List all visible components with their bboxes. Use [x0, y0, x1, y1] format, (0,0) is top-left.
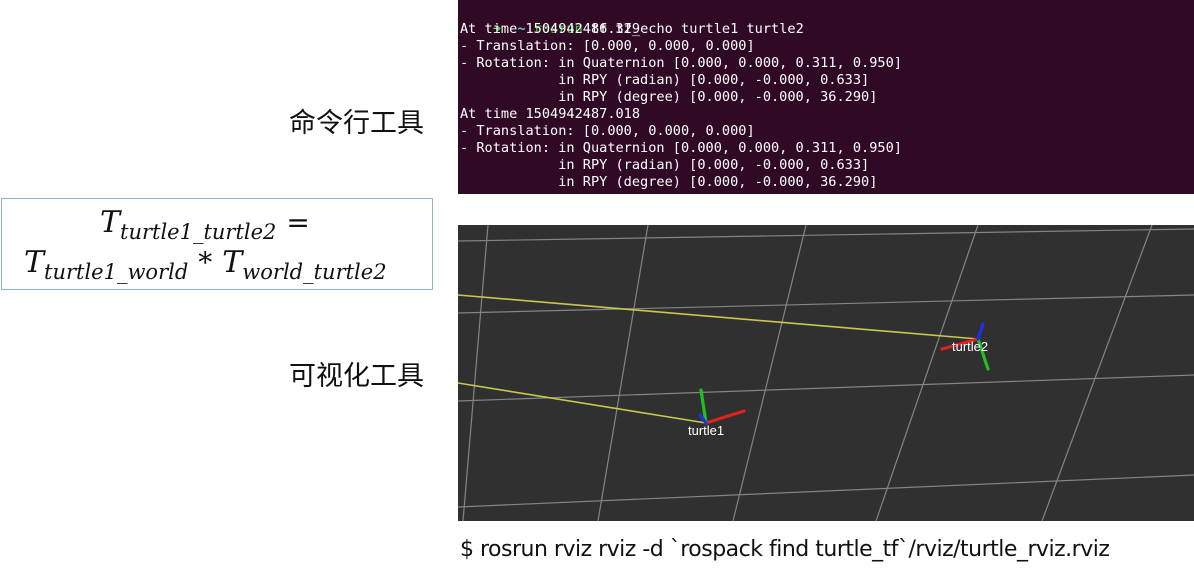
formula-equals: =	[286, 206, 310, 239]
rviz-3d-view[interactable]: turtle1 turtle2	[458, 225, 1194, 521]
terminal-window[interactable]: ~ rosrun .... ➜ ~ rosrun tf tf_echo turt…	[458, 0, 1194, 194]
visualization-tool-label: 可视化工具	[289, 361, 424, 392]
terminal-output-line: in RPY (degree) [0.000, -0.000, 36.290]	[460, 174, 878, 190]
terminal-output-line: At time 1504942487.018	[460, 106, 641, 122]
frame-label-turtle2: turtle2	[952, 339, 989, 354]
turtle1-x-axis	[704, 409, 746, 425]
formula-T-lhs: T	[100, 205, 121, 240]
turtle2-z-axis	[976, 322, 985, 341]
turtle1-axes	[698, 388, 746, 425]
terminal-output-line: in RPY (radian) [0.000, -0.000, 0.633]	[460, 72, 870, 88]
terminal-output-line: - Translation: [0.000, 0.000, 0.000]	[460, 123, 755, 139]
grid-line	[597, 225, 649, 521]
terminal-output-line: in RPY (radian) [0.000, -0.000, 0.633]	[460, 157, 870, 173]
formula-line-2: Tturtle1_world * Tworld_turtle2	[24, 245, 387, 284]
frame-label-turtle1: turtle1	[688, 423, 725, 438]
terminal-output-line: - Rotation: in Quaternion [0.000, 0.000,…	[460, 55, 902, 71]
tf-links	[458, 294, 979, 424]
grid-line	[1041, 225, 1153, 521]
grid-line	[462, 225, 489, 521]
terminal-output-line: in RPY (degree) [0.000, -0.000, 36.290]	[460, 89, 878, 105]
transform-formula-box: Tturtle1_turtle2 = Tturtle1_world * Tworld_…	[1, 198, 433, 290]
formula-T-a: T	[24, 245, 45, 280]
formula-sub-world-turtle2: world_turtle2	[242, 260, 387, 284]
grid-line	[458, 374, 1194, 402]
formula-T-b: T	[222, 245, 243, 280]
grid-line	[458, 474, 1194, 508]
tf-link-world-turtle1	[458, 382, 707, 424]
formula-sub-turtle1-turtle2: turtle1_turtle2	[120, 220, 277, 244]
formula-times: *	[198, 246, 213, 279]
command-line-tool-label: 命令行工具	[289, 108, 424, 139]
rviz-scene	[458, 225, 1194, 521]
grid	[458, 225, 1194, 521]
terminal-output-line: - Translation: [0.000, 0.000, 0.000]	[460, 38, 755, 54]
grid-line	[732, 225, 807, 521]
formula-sub-turtle1-world: turtle1_world	[44, 260, 189, 284]
grid-line	[875, 225, 979, 521]
rviz-launch-command: $ rosrun rviz rviz -d `rospack find turt…	[460, 537, 1110, 562]
formula-line-1: Tturtle1_turtle2 =	[100, 205, 320, 244]
terminal-output-line: - Rotation: in Quaternion [0.000, 0.000,…	[460, 140, 902, 156]
grid-line	[458, 228, 1194, 242]
terminal-output-line: At time 1504942486.329	[460, 21, 641, 37]
